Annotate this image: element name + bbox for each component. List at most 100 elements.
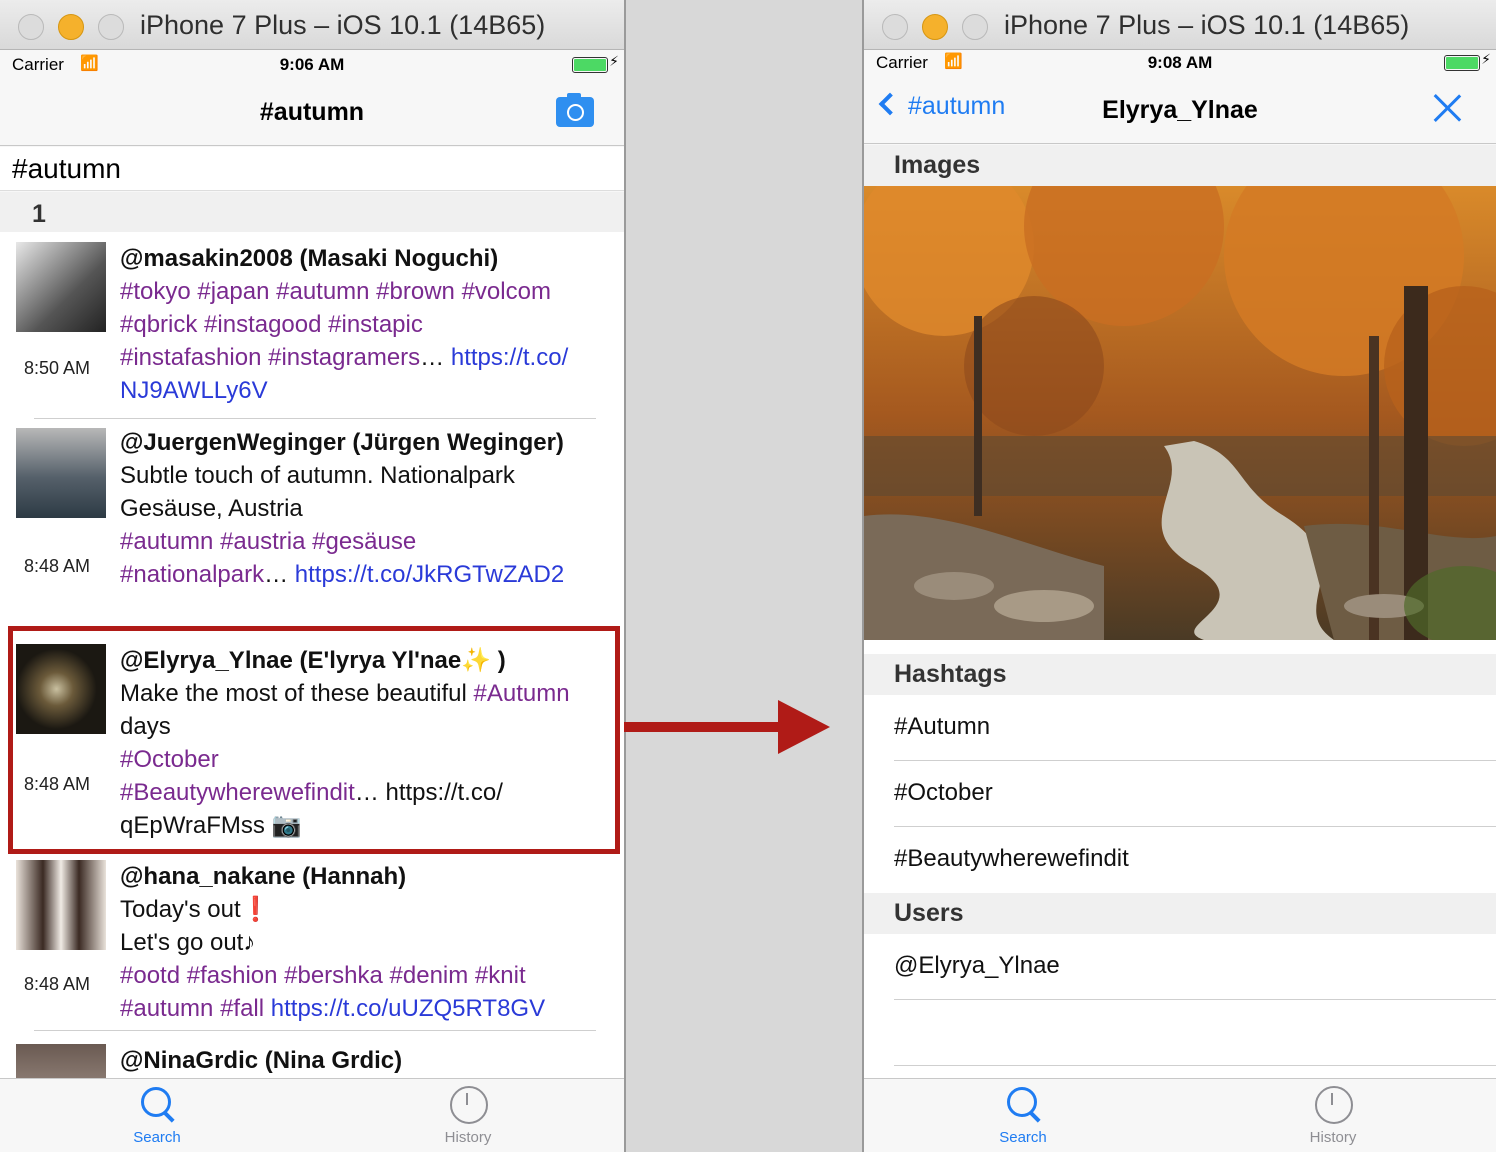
url-link[interactable]: https://t.co/uUZQ5RT8GV — [271, 995, 545, 1022]
autumn-forest-photo — [864, 186, 1496, 640]
tweet-row[interactable]: 8:48 AM @JuergenWeginger (Jürgen Weginge… — [0, 426, 624, 622]
hashtag-link[interactable]: #autumn #fall — [120, 995, 271, 1022]
tweet-line: #qbrick #instagood #instapic — [120, 308, 614, 341]
tweet-line: #autumn #fall https://t.co/uUZQ5RT8GV — [120, 992, 614, 1025]
tweet-time: 8:48 AM — [24, 556, 91, 576]
url-link[interactable]: NJ9AWLLy6V — [120, 377, 268, 404]
window-zoom-button[interactable] — [962, 14, 988, 40]
url-link[interactable]: https://t.co/ — [451, 344, 568, 371]
right-simulator-window: iPhone 7 Plus – iOS 10.1 (14B65) Carrier… — [862, 0, 1496, 1152]
nav-title: #autumn — [259, 98, 365, 126]
clock-icon — [1313, 1085, 1353, 1125]
tweet-text-segment: Subtle touch of autumn. Nationalpark — [120, 462, 515, 489]
hashtag-link[interactable]: #ootd #fashion #bershka #denim #knit — [120, 962, 526, 989]
tab-history-label: History — [444, 1129, 492, 1146]
hashtag-row[interactable]: #October — [864, 761, 1496, 827]
hashtag-link[interactable]: #nationalpark — [120, 561, 264, 588]
hashtag-link[interactable]: #tokyo #japan #autumn #brown #volcom — [120, 278, 551, 305]
empty-area — [864, 1000, 1496, 1080]
tweet-text: @JuergenWeginger (Jürgen Weginger) Subtle… — [120, 426, 614, 591]
section-header: 1 — [0, 192, 624, 232]
charging-icon: ⚡ — [609, 53, 619, 69]
row-separator — [34, 418, 596, 419]
window-titlebar: iPhone 7 Plus – iOS 10.1 (14B65) — [0, 0, 624, 50]
avatar — [16, 242, 106, 332]
tweet-time: 8:48 AM — [24, 974, 91, 994]
window-minimize-button[interactable] — [922, 14, 948, 40]
avatar — [16, 860, 106, 950]
tab-bar: Search History — [0, 1078, 624, 1152]
tweet-line: #tokyo #japan #autumn #brown #volcom — [120, 275, 614, 308]
tab-history[interactable]: History — [413, 1085, 523, 1146]
tweet-line: #autumn #austria #gesäuse — [120, 525, 614, 558]
tab-search[interactable]: Search — [102, 1085, 212, 1146]
window-title: iPhone 7 Plus – iOS 10.1 (14B65) — [1004, 10, 1410, 40]
nav-title: Elyrya_Ylnae — [1102, 96, 1258, 124]
section-header-hashtags: Hashtags — [864, 654, 1496, 695]
tweet-row[interactable]: 8:50 AM @masakin2008 (Masaki Noguchi) #to… — [0, 232, 624, 418]
tweet-text-segment: … — [264, 561, 295, 588]
hashtag-link[interactable]: #qbrick #instagood #instapic — [120, 311, 423, 338]
avatar — [16, 1044, 106, 1079]
status-time: 9:06 AM — [279, 55, 345, 74]
tweet-time: 8:50 AM — [24, 358, 91, 378]
tweet-text-segment: Today's out❗ — [120, 896, 271, 923]
camera-icon[interactable] — [556, 93, 594, 127]
window-minimize-button[interactable] — [58, 14, 84, 40]
hashtag-link[interactable]: #instafashion #instagramers — [120, 344, 420, 371]
tweet-text: @masakin2008 (Masaki Noguchi) #tokyo #jap… — [120, 242, 614, 407]
hashtag-row[interactable]: #Beautywherewefindit — [864, 827, 1496, 893]
avatar — [16, 428, 106, 518]
tweet-row[interactable]: 8:48 AM @hana_nakane (Hannah) Today's out… — [0, 860, 624, 1030]
section-header-images: Images — [864, 145, 1496, 186]
window-zoom-button[interactable] — [98, 14, 124, 40]
tweet-line: Today's out❗ — [120, 893, 614, 926]
arrow-right-icon — [778, 700, 830, 754]
tweet-author[interactable]: @hana_nakane (Hannah) — [120, 860, 614, 893]
battery-icon — [1444, 55, 1480, 71]
tweet-row[interactable]: @NinaGrdic (Nina Grdic) — [0, 1044, 624, 1079]
tweet-author[interactable]: @NinaGrdic (Nina Grdic) — [120, 1044, 614, 1077]
search-input[interactable]: #autumn — [0, 147, 624, 191]
tab-history[interactable]: History — [1278, 1085, 1388, 1146]
tweet-text: @NinaGrdic (Nina Grdic) — [120, 1044, 614, 1077]
search-icon — [137, 1085, 177, 1125]
tweet-line: Gesäuse, Austria — [120, 492, 614, 525]
section-header-users: Users — [864, 893, 1496, 934]
tweet-line: NJ9AWLLy6V — [120, 374, 614, 407]
row-separator — [894, 1065, 1496, 1066]
left-simulator-window: iPhone 7 Plus – iOS 10.1 (14B65) Carrier… — [0, 0, 626, 1152]
tweet-author[interactable]: @masakin2008 (Masaki Noguchi) — [120, 242, 614, 275]
hashtag-row[interactable]: #Autumn — [864, 695, 1496, 761]
charging-icon: ⚡ — [1481, 51, 1491, 67]
hashtag-link[interactable]: #autumn #austria #gesäuse — [120, 528, 416, 555]
navigation-bar: #autumn Elyrya_Ylnae — [864, 78, 1496, 144]
tab-search[interactable]: Search — [968, 1085, 1078, 1146]
tweet-line: #nationalpark… https://t.co/JkRGTwZAD2 — [120, 558, 614, 591]
search-icon — [1003, 1085, 1043, 1125]
tweet-image[interactable] — [864, 186, 1496, 640]
spacer — [864, 640, 1496, 654]
navigation-bar: #autumn — [0, 80, 624, 146]
tweet-text-segment: Let's go out♪ — [120, 929, 256, 956]
window-close-button[interactable] — [882, 14, 908, 40]
window-title: iPhone 7 Plus – iOS 10.1 (14B65) — [140, 10, 546, 40]
status-bar: Carrier 📶 9:08 AM ⚡ — [864, 48, 1496, 78]
status-bar: Carrier 📶 9:06 AM ⚡ — [0, 50, 624, 80]
window-close-button[interactable] — [18, 14, 44, 40]
tab-history-label: History — [1309, 1129, 1357, 1146]
highlight-box — [8, 626, 620, 854]
close-icon[interactable] — [1432, 92, 1462, 122]
clock-icon — [448, 1085, 488, 1125]
tweet-author[interactable]: @JuergenWeginger (Jürgen Weginger) — [120, 426, 614, 459]
status-time: 9:08 AM — [1147, 53, 1213, 72]
tweet-line: #ootd #fashion #bershka #denim #knit — [120, 959, 614, 992]
row-separator — [34, 1030, 596, 1031]
tweet-line: #instafashion #instagramers… https://t.c… — [120, 341, 614, 374]
url-link[interactable]: https://t.co/JkRGTwZAD2 — [295, 561, 564, 588]
battery-icon — [572, 57, 608, 73]
tweet-text-segment: … — [420, 344, 451, 371]
user-row[interactable]: @Elyrya_Ylnae — [864, 934, 1496, 1000]
arrow-shaft — [624, 722, 784, 732]
tweet-line: Subtle touch of autumn. Nationalpark — [120, 459, 614, 492]
